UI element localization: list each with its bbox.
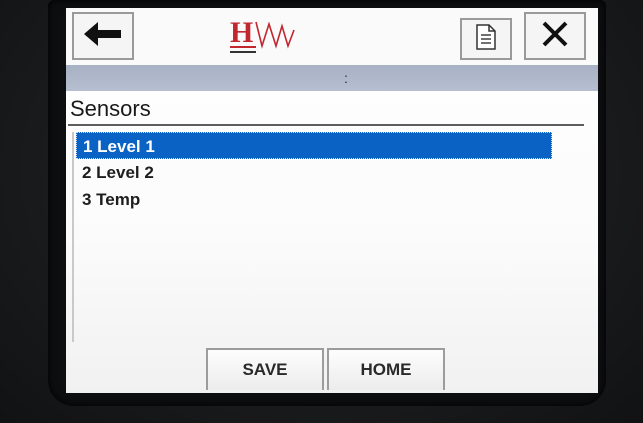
list-item[interactable]: 2 Level 2	[76, 159, 552, 186]
close-button[interactable]	[524, 12, 586, 60]
list-item[interactable]: 3 Temp	[76, 186, 552, 213]
arrow-left-icon	[84, 21, 122, 51]
status-bar: :	[66, 65, 598, 91]
device-housing: H: Sensors 1 Level 1 2 Level 2 3 Temp S…	[0, 0, 643, 423]
list-border	[72, 132, 74, 342]
close-icon	[541, 20, 569, 52]
page-title: Sensors	[70, 96, 151, 121]
document-button[interactable]	[460, 18, 512, 60]
list-item[interactable]: 1 Level 1	[76, 132, 552, 159]
logo: H	[226, 12, 316, 60]
document-icon	[476, 24, 496, 54]
svg-text:H: H	[230, 16, 253, 49]
page-header: Sensors	[68, 94, 584, 126]
save-button[interactable]: SAVE	[206, 348, 324, 390]
home-button[interactable]: HOME	[327, 348, 445, 390]
back-button[interactable]	[72, 12, 134, 60]
touch-screen: H: Sensors 1 Level 1 2 Level 2 3 Temp S…	[66, 8, 598, 393]
top-toolbar: H	[66, 8, 598, 66]
sensor-list: 1 Level 1 2 Level 2 3 Temp	[76, 132, 552, 213]
bottom-button-bar: SAVE HOME	[206, 348, 448, 392]
